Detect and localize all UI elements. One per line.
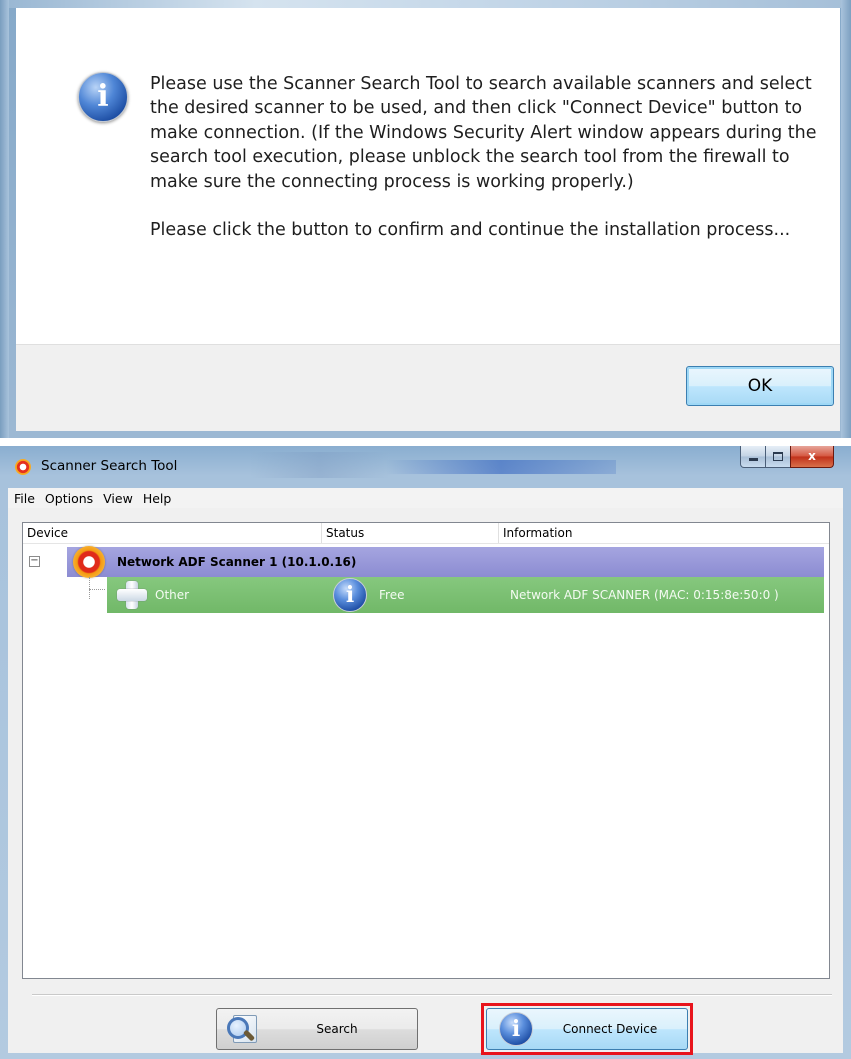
column-status[interactable]: Status	[321, 523, 498, 543]
menu-view[interactable]: View	[99, 489, 137, 509]
scanner-device-icon	[73, 546, 105, 578]
minimize-button[interactable]	[740, 446, 766, 468]
column-device[interactable]: Device	[23, 523, 321, 543]
info-icon: i	[333, 578, 367, 612]
scanner-app-icon	[15, 459, 31, 475]
tree-connector	[89, 589, 105, 590]
column-information[interactable]: Information	[498, 523, 829, 543]
maximize-icon	[773, 452, 783, 461]
info-icon: i	[78, 72, 128, 122]
device-status: Free	[379, 588, 405, 602]
dialog-frame-top	[0, 0, 851, 8]
list-header: Device Status Information	[23, 523, 829, 544]
title-bar[interactable]: Scanner Search Tool x	[0, 446, 851, 488]
client-area: Device Status Information − Network ADF …	[8, 508, 843, 1055]
titlebar-glass-streak	[386, 460, 616, 474]
plus-icon	[115, 579, 149, 611]
dialog-frame-right	[841, 0, 851, 438]
search-button-label: Search	[316, 1022, 358, 1036]
device-type: Other	[155, 588, 190, 602]
connect-device-button[interactable]: i Connect Device	[486, 1008, 688, 1050]
dialog-message: Please use the Scanner Search Tool to se…	[150, 72, 840, 266]
close-button[interactable]: x	[790, 446, 834, 468]
dialog-body: i Please use the Scanner Search Tool to …	[16, 8, 840, 344]
scanner-search-tool-window: Scanner Search Tool x File Options View Hel…	[0, 446, 851, 1059]
tree-row-other[interactable]: Other i Free Network ADF SCANNER (MAC: 0…	[107, 577, 824, 613]
ok-button[interactable]: OK	[686, 366, 834, 406]
collapse-toggle[interactable]: −	[29, 556, 40, 567]
tree-connector	[89, 577, 90, 599]
scanner-name: Network ADF Scanner 1 (10.1.0.16)	[117, 555, 357, 569]
tree-row-scanner[interactable]: Network ADF Scanner 1 (10.1.0.16)	[67, 546, 824, 578]
dialog-frame-left	[0, 0, 9, 438]
close-icon: x	[808, 449, 816, 463]
titlebar-glass	[250, 452, 390, 478]
message-dialog: i Please use the Scanner Search Tool to …	[0, 0, 851, 438]
message-paragraph: Please click the button to confirm and c…	[150, 220, 791, 241]
plus-icon-horizontal	[117, 589, 147, 601]
search-button[interactable]: Search	[216, 1008, 418, 1050]
menu-options[interactable]: Options	[41, 489, 97, 509]
connect-device-button-label: Connect Device	[562, 1022, 658, 1036]
window-controls: x	[740, 446, 842, 468]
device-information: Network ADF SCANNER (MAC: 0:15:8e:50:0 )	[510, 588, 779, 602]
device-list[interactable]: Device Status Information − Network ADF …	[22, 522, 830, 979]
menu-help[interactable]: Help	[139, 489, 176, 509]
window-title: Scanner Search Tool	[41, 458, 178, 474]
minimize-icon	[748, 458, 758, 461]
maximize-button[interactable]	[765, 446, 791, 468]
menu-file[interactable]: File	[10, 489, 39, 509]
separator	[32, 994, 832, 996]
message-paragraph: Please use the Scanner Search Tool to se…	[150, 74, 817, 192]
menu-bar: File Options View Help	[8, 488, 843, 509]
